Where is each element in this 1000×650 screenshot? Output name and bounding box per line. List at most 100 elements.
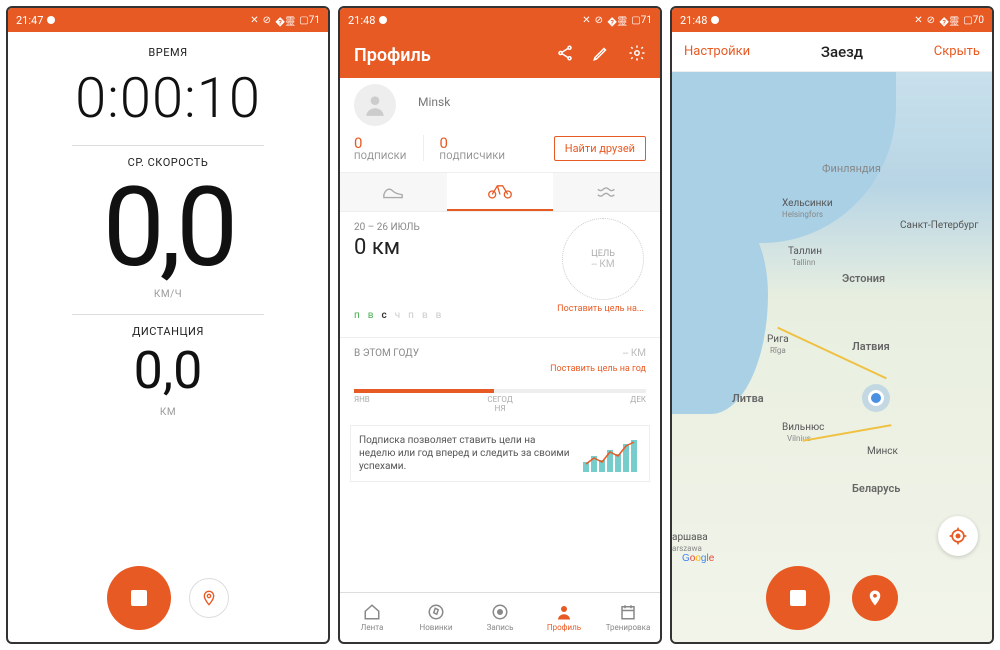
bike-icon [487, 182, 513, 200]
waypoint-button[interactable] [852, 575, 898, 621]
map-label-belarus: Беларусь [852, 482, 900, 495]
set-year-goal-link[interactable]: Поставить цель на год [550, 364, 646, 374]
avg-speed-value: 0,0 [103, 173, 233, 283]
shoe-icon [382, 183, 404, 201]
battery-icon: ▢71 [299, 15, 320, 26]
speed-unit: КМ/Ч [154, 289, 182, 300]
map-label-spb: Санкт-Петербург [900, 220, 979, 231]
clock: 21:48 [348, 14, 375, 27]
promo-card[interactable]: Подписка позволяет ставить цели на недел… [350, 425, 650, 482]
timeline-start: ЯНВ [354, 395, 370, 413]
mute-icon: ✕ [250, 15, 258, 26]
timeline-end: ДЕК [630, 395, 646, 413]
map-toggle-button[interactable] [189, 578, 229, 618]
status-bar: 21:48 ✕ ⊘ �靈 ▢71 [340, 8, 660, 32]
goal-circle[interactable]: ЦЕЛЬ -- КМ [562, 218, 644, 300]
map-label-lithuania: Литва [732, 392, 764, 405]
person-icon [555, 603, 573, 621]
tab-bike[interactable] [447, 173, 554, 211]
wifi-icon: �靈 [607, 13, 627, 28]
locate-me-button[interactable] [938, 516, 978, 556]
calendar-icon [619, 603, 637, 621]
screen-map-record: 21:48 ✕ ⊘ �靈 ▢70 Настройки Заезд Скрыть … [670, 6, 994, 644]
google-logo: Google [682, 553, 714, 564]
record-icon [491, 603, 509, 621]
status-icons: ✕ ⊘ �靈 ▢70 [914, 13, 984, 28]
stop-icon [131, 590, 147, 606]
rec-indicator-icon [379, 16, 387, 24]
year-label: В ЭТОМ ГОДУ [354, 348, 646, 359]
crosshair-icon [948, 526, 968, 546]
map-label-minsk: Минск [867, 446, 898, 457]
nav-profile[interactable]: Профиль [532, 593, 596, 642]
day: ч [395, 310, 400, 321]
share-icon[interactable] [556, 44, 574, 66]
timeline-today: СЕГОД НЯ [487, 395, 512, 413]
gear-icon[interactable] [628, 44, 646, 66]
find-friends-button[interactable]: Найти друзей [554, 136, 646, 161]
nav-explore[interactable]: Новинки [404, 593, 468, 642]
stop-indicator-icon: ⊘ [927, 15, 935, 26]
wifi-icon: �靈 [939, 13, 959, 28]
battery-icon: ▢71 [631, 15, 652, 26]
map-label-finland: Финляндия [822, 162, 881, 175]
person-icon [362, 92, 388, 118]
map-label-helsinki: Хельсинки [782, 198, 833, 209]
map-label-riga-alt: Rīga [770, 346, 786, 355]
compass-icon [427, 603, 445, 621]
map-view[interactable]: Финляндия Хельсинки Helsingfors Санкт-Пе… [672, 72, 992, 642]
map-road [777, 327, 887, 380]
time-label: ВРЕМЯ [148, 46, 187, 59]
day: п [354, 310, 360, 321]
day: в [422, 310, 428, 321]
day: п [408, 310, 414, 321]
nav-feed[interactable]: Лента [340, 593, 404, 642]
map-label-tallinn: Таллин [788, 246, 822, 257]
divider [423, 135, 424, 161]
mute-icon: ✕ [914, 15, 922, 26]
following-stat[interactable]: 0 ПОДПИСКИ [354, 134, 407, 162]
stop-button[interactable] [107, 566, 171, 630]
settings-link[interactable]: Настройки [684, 44, 750, 59]
screen-profile: 21:48 ✕ ⊘ �靈 ▢71 Профиль Minsk 0 ПОДПИСК [338, 6, 662, 644]
tab-swim[interactable] [553, 173, 660, 211]
map-label-latvia: Латвия [852, 340, 890, 353]
page-title: Профиль [354, 45, 431, 66]
wifi-icon: �靈 [275, 13, 295, 28]
map-label-warsaw: аршава [672, 532, 708, 543]
map-label-helsinki-alt: Helsingfors [782, 210, 823, 219]
stop-icon [790, 590, 806, 606]
status-bar: 21:48 ✕ ⊘ �靈 ▢70 [672, 8, 992, 32]
mute-icon: ✕ [582, 15, 590, 26]
nav-training[interactable]: Тренировка [596, 593, 660, 642]
hide-link[interactable]: Скрыть [934, 44, 980, 59]
day: в [436, 310, 442, 321]
map-label-warsaw-alt: arszawa [672, 544, 702, 553]
year-distance: -- КМ [623, 348, 646, 359]
map-label-tallinn-alt: Tallinn [792, 258, 815, 267]
tab-run[interactable] [340, 173, 447, 211]
followers-stat[interactable]: 0 ПОДПИСЧИКИ [440, 134, 506, 162]
clock: 21:48 [680, 14, 707, 27]
avatar[interactable] [354, 84, 396, 126]
clock: 21:47 [16, 14, 43, 27]
rec-indicator-icon [711, 16, 719, 24]
status-bar: 21:47 ✕ ⊘ �靈 ▢71 [8, 8, 328, 32]
nav-record[interactable]: Запись [468, 593, 532, 642]
day: в [368, 310, 374, 321]
record-body: ВРЕМЯ 0:00:10 СР. СКОРОСТЬ 0,0 КМ/Ч ДИСТ… [8, 32, 328, 642]
screen-activity-record: 21:47 ✕ ⊘ �靈 ▢71 ВРЕМЯ 0:00:10 СР. СКОРО… [6, 6, 330, 644]
user-city: Minsk [418, 95, 450, 109]
status-icons: ✕ ⊘ �靈 ▢71 [250, 13, 320, 28]
divider [72, 314, 264, 315]
goal-value: -- КМ [591, 259, 614, 270]
battery-icon: ▢70 [963, 15, 984, 26]
rec-indicator-icon [47, 16, 55, 24]
edit-icon[interactable] [592, 44, 610, 66]
set-week-goal-link[interactable]: Поставить цель на... [554, 304, 644, 314]
stop-button[interactable] [766, 566, 830, 630]
status-icons: ✕ ⊘ �靈 ▢71 [582, 13, 652, 28]
activity-tabs [340, 172, 660, 212]
swim-icon [596, 185, 618, 199]
map-label-vilnius: Вильнюс [782, 422, 824, 433]
